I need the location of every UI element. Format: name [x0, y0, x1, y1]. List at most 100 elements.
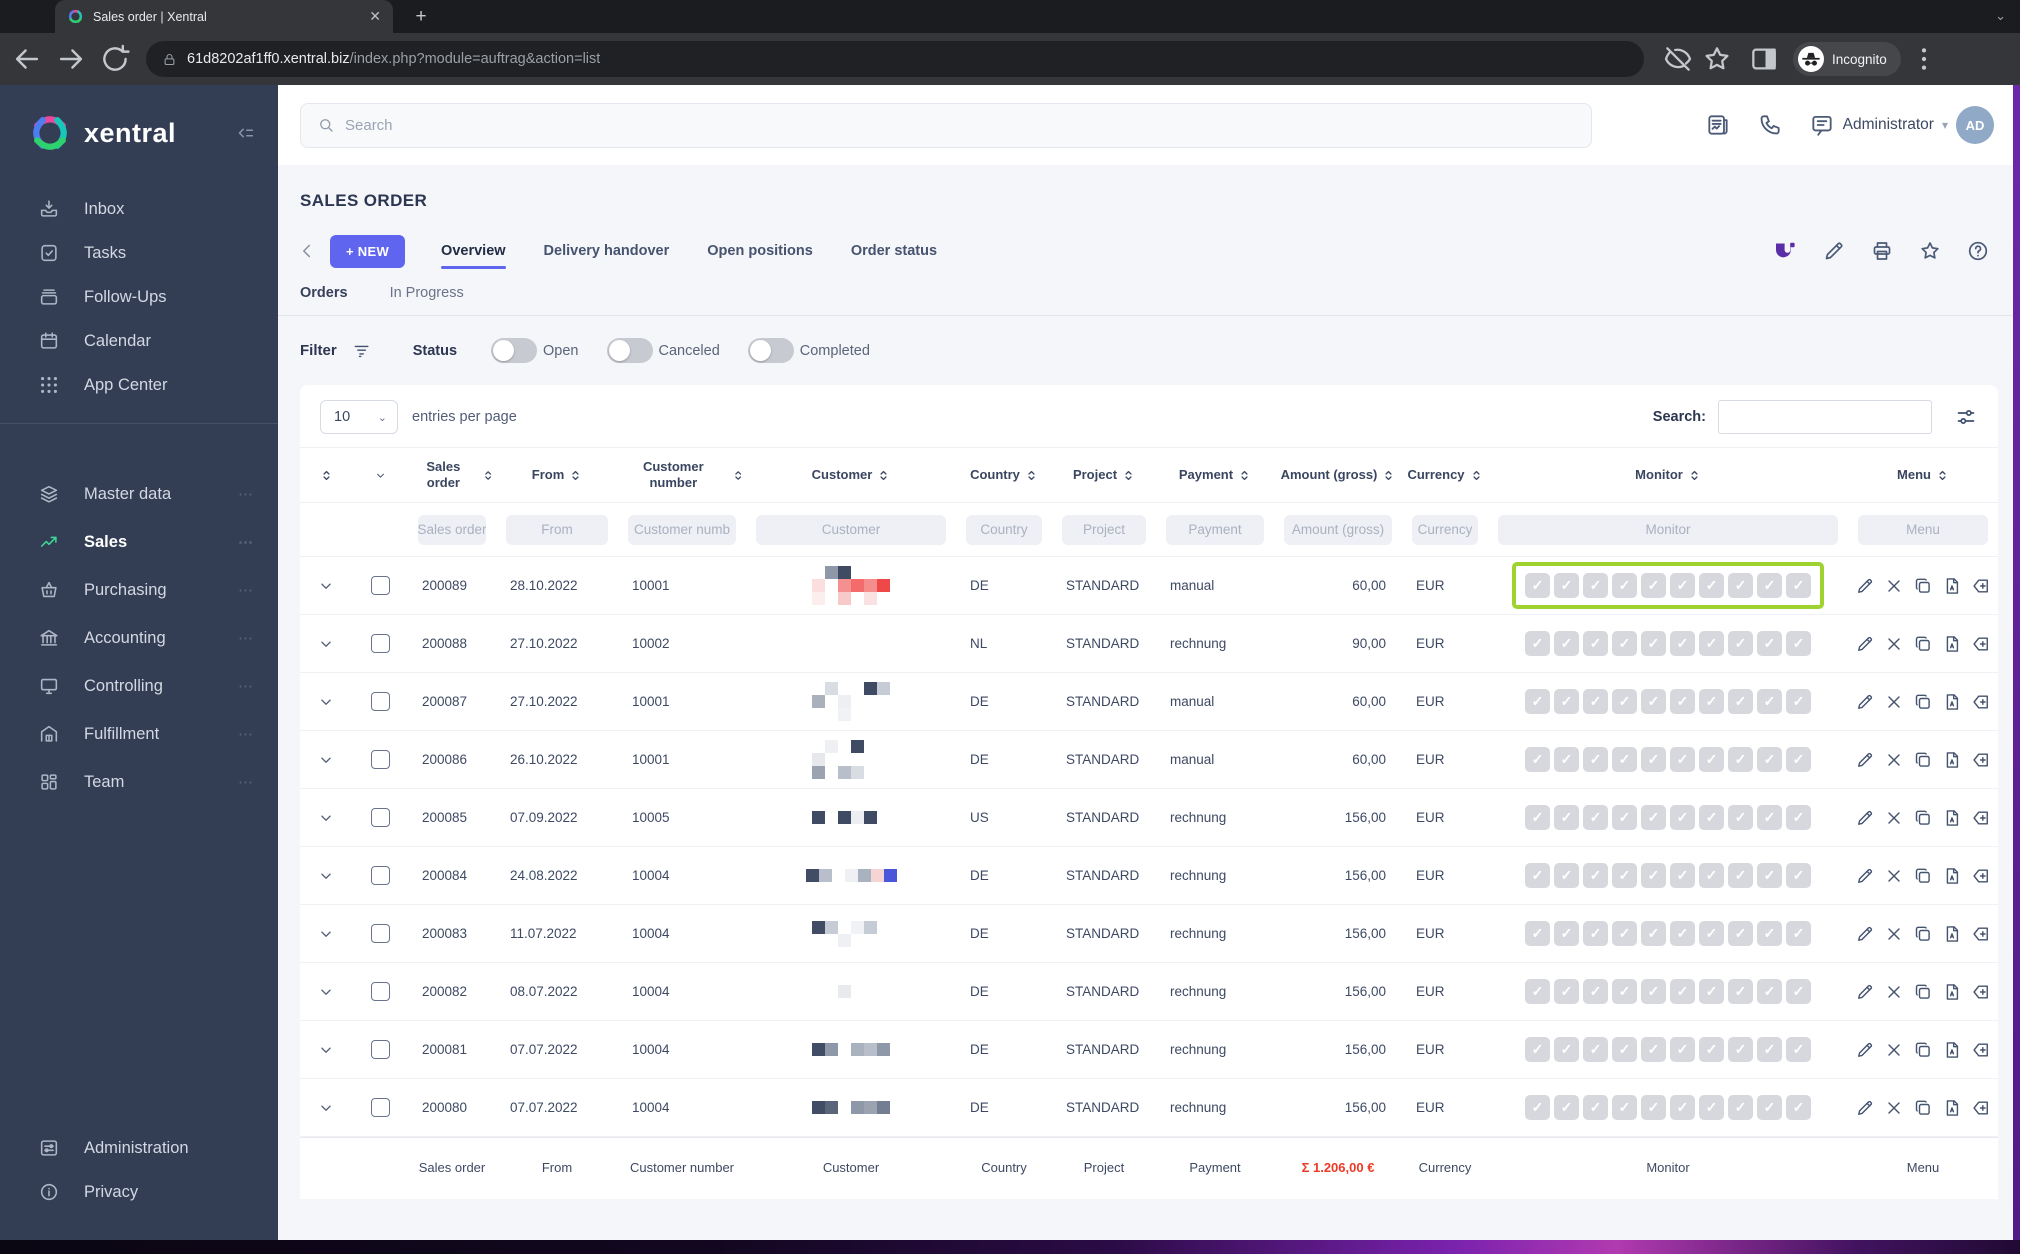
monitor-check-box[interactable]: ✓	[1583, 689, 1608, 714]
pdf-icon[interactable]	[1942, 866, 1962, 886]
monitor-check-box[interactable]: ✓	[1612, 631, 1637, 656]
column-header-monitor[interactable]: Monitor	[1488, 459, 1848, 491]
tab-overview[interactable]: Overview	[441, 233, 506, 269]
reload-icon[interactable]	[98, 42, 132, 76]
sidebar-item-tasks[interactable]: Tasks	[0, 231, 278, 275]
row-checkbox[interactable]	[370, 750, 390, 769]
copy-icon[interactable]	[1913, 982, 1933, 1002]
monitor-check-box[interactable]: ✓	[1757, 863, 1782, 888]
monitor-check-box[interactable]: ✓	[1757, 573, 1782, 598]
subtab-orders[interactable]: Orders	[300, 285, 348, 301]
row-checkbox[interactable]	[370, 634, 390, 653]
bookmark-star-icon[interactable]	[1701, 43, 1733, 75]
monitor-check-box[interactable]: ✓	[1757, 1037, 1782, 1062]
filter-input-from[interactable]: From	[506, 514, 608, 545]
more-dots-icon[interactable]: ⋯	[238, 725, 254, 743]
sort-icon[interactable]	[1238, 469, 1251, 482]
more-dots-icon[interactable]: ⋯	[238, 773, 254, 791]
monitor-check-box[interactable]: ✓	[1670, 689, 1695, 714]
monitor-check-box[interactable]: ✓	[1612, 1037, 1637, 1062]
row-expand-icon[interactable]	[317, 693, 335, 711]
filter-input-sales_order[interactable]: Sales order	[418, 514, 486, 545]
monitor-check-box[interactable]: ✓	[1728, 921, 1753, 946]
new-tab-button[interactable]: +	[408, 4, 434, 30]
monitor-check-box[interactable]: ✓	[1728, 979, 1753, 1004]
column-header-country[interactable]: Country	[956, 459, 1052, 491]
eye-off-icon[interactable]	[1662, 43, 1694, 75]
tag-add-icon[interactable]	[1971, 750, 1991, 770]
global-search-input[interactable]: Search	[300, 102, 1592, 148]
monitor-check-box[interactable]: ✓	[1583, 979, 1608, 1004]
monitor-check-box[interactable]: ✓	[1583, 1095, 1608, 1120]
monitor-check-box[interactable]: ✓	[1728, 631, 1753, 656]
forward-icon[interactable]	[54, 42, 88, 76]
delete-icon[interactable]	[1884, 924, 1904, 944]
filter-input-currency[interactable]: Currency	[1412, 514, 1478, 545]
row-checkbox[interactable]	[370, 866, 390, 885]
monitor-check-box[interactable]: ✓	[1786, 1037, 1811, 1062]
monitor-check-box[interactable]: ✓	[1670, 921, 1695, 946]
pdf-icon[interactable]	[1942, 692, 1962, 712]
url-bar[interactable]: 61d8202af1ff0.xentral.biz/index.php?modu…	[146, 41, 1644, 77]
row-checkbox[interactable]	[370, 808, 390, 827]
monitor-check-box[interactable]: ✓	[1641, 1095, 1666, 1120]
monitor-check-box[interactable]: ✓	[1699, 979, 1724, 1004]
tab-close-icon[interactable]: ✕	[369, 8, 381, 25]
edit-icon[interactable]	[1855, 924, 1875, 944]
tag-add-icon[interactable]	[1971, 924, 1991, 944]
monitor-check-box[interactable]: ✓	[1786, 573, 1811, 598]
print-icon[interactable]	[1870, 239, 1894, 263]
pdf-icon[interactable]	[1942, 750, 1962, 770]
sidebar-item-follow-ups[interactable]: Follow-Ups	[0, 275, 278, 319]
monitor-check-box[interactable]: ✓	[1728, 1037, 1753, 1062]
pdf-icon[interactable]	[1942, 808, 1962, 828]
sidebar-item-accounting[interactable]: Accounting ⋯	[0, 614, 278, 662]
row-expand-icon[interactable]	[317, 867, 335, 885]
monitor-check-box[interactable]: ✓	[1699, 631, 1724, 656]
monitor-check-box[interactable]: ✓	[1583, 921, 1608, 946]
monitor-check-box[interactable]: ✓	[1670, 573, 1695, 598]
back-icon[interactable]	[10, 42, 44, 76]
sort-icon[interactable]	[1122, 469, 1135, 482]
filter-input-customer_number[interactable]: Customer numb	[628, 514, 736, 545]
column-header-currency[interactable]: Currency	[1402, 459, 1488, 491]
sidebar-item-app-center[interactable]: App Center	[0, 363, 278, 407]
chevron-down-icon[interactable]	[374, 469, 387, 482]
monitor-check-box[interactable]: ✓	[1670, 1037, 1695, 1062]
copy-icon[interactable]	[1913, 750, 1933, 770]
monitor-check-box[interactable]: ✓	[1525, 1095, 1550, 1120]
pdf-icon[interactable]	[1942, 1040, 1962, 1060]
chat-icon[interactable]	[1809, 112, 1835, 138]
monitor-check-box[interactable]: ✓	[1554, 689, 1579, 714]
copy-icon[interactable]	[1913, 808, 1933, 828]
column-header-select[interactable]	[352, 461, 408, 490]
copy-icon[interactable]	[1913, 924, 1933, 944]
filter-input-payment[interactable]: Payment	[1166, 514, 1264, 545]
monitor-check-box[interactable]: ✓	[1554, 1037, 1579, 1062]
monitor-check-box[interactable]: ✓	[1525, 805, 1550, 830]
sort-icon[interactable]	[482, 469, 494, 482]
tab-delivery-handover[interactable]: Delivery handover	[544, 233, 670, 269]
help-icon[interactable]	[1966, 239, 1990, 263]
sort-icon[interactable]	[320, 469, 333, 482]
row-checkbox[interactable]	[370, 1040, 390, 1059]
monitor-check-box[interactable]: ✓	[1641, 747, 1666, 772]
delete-icon[interactable]	[1884, 576, 1904, 596]
monitor-check-box[interactable]: ✓	[1786, 689, 1811, 714]
more-dots-icon[interactable]: ⋯	[238, 533, 254, 551]
row-expand-icon[interactable]	[317, 1099, 335, 1117]
sidebar-item-sales[interactable]: Sales ⋯	[0, 518, 278, 566]
tag-add-icon[interactable]	[1971, 866, 1991, 886]
pdf-icon[interactable]	[1942, 924, 1962, 944]
edit-icon[interactable]	[1855, 1098, 1875, 1118]
page-size-select[interactable]: 10 ⌄	[320, 400, 398, 434]
monitor-check-box[interactable]: ✓	[1699, 921, 1724, 946]
monitor-check-box[interactable]: ✓	[1670, 747, 1695, 772]
monitor-check-box[interactable]: ✓	[1641, 631, 1666, 656]
copy-icon[interactable]	[1913, 1040, 1933, 1060]
side-panel-icon[interactable]	[1748, 43, 1780, 75]
monitor-check-box[interactable]: ✓	[1786, 747, 1811, 772]
sort-icon[interactable]	[1936, 469, 1949, 482]
monitor-check-box[interactable]: ✓	[1670, 1095, 1695, 1120]
tag-add-icon[interactable]	[1971, 982, 1991, 1002]
